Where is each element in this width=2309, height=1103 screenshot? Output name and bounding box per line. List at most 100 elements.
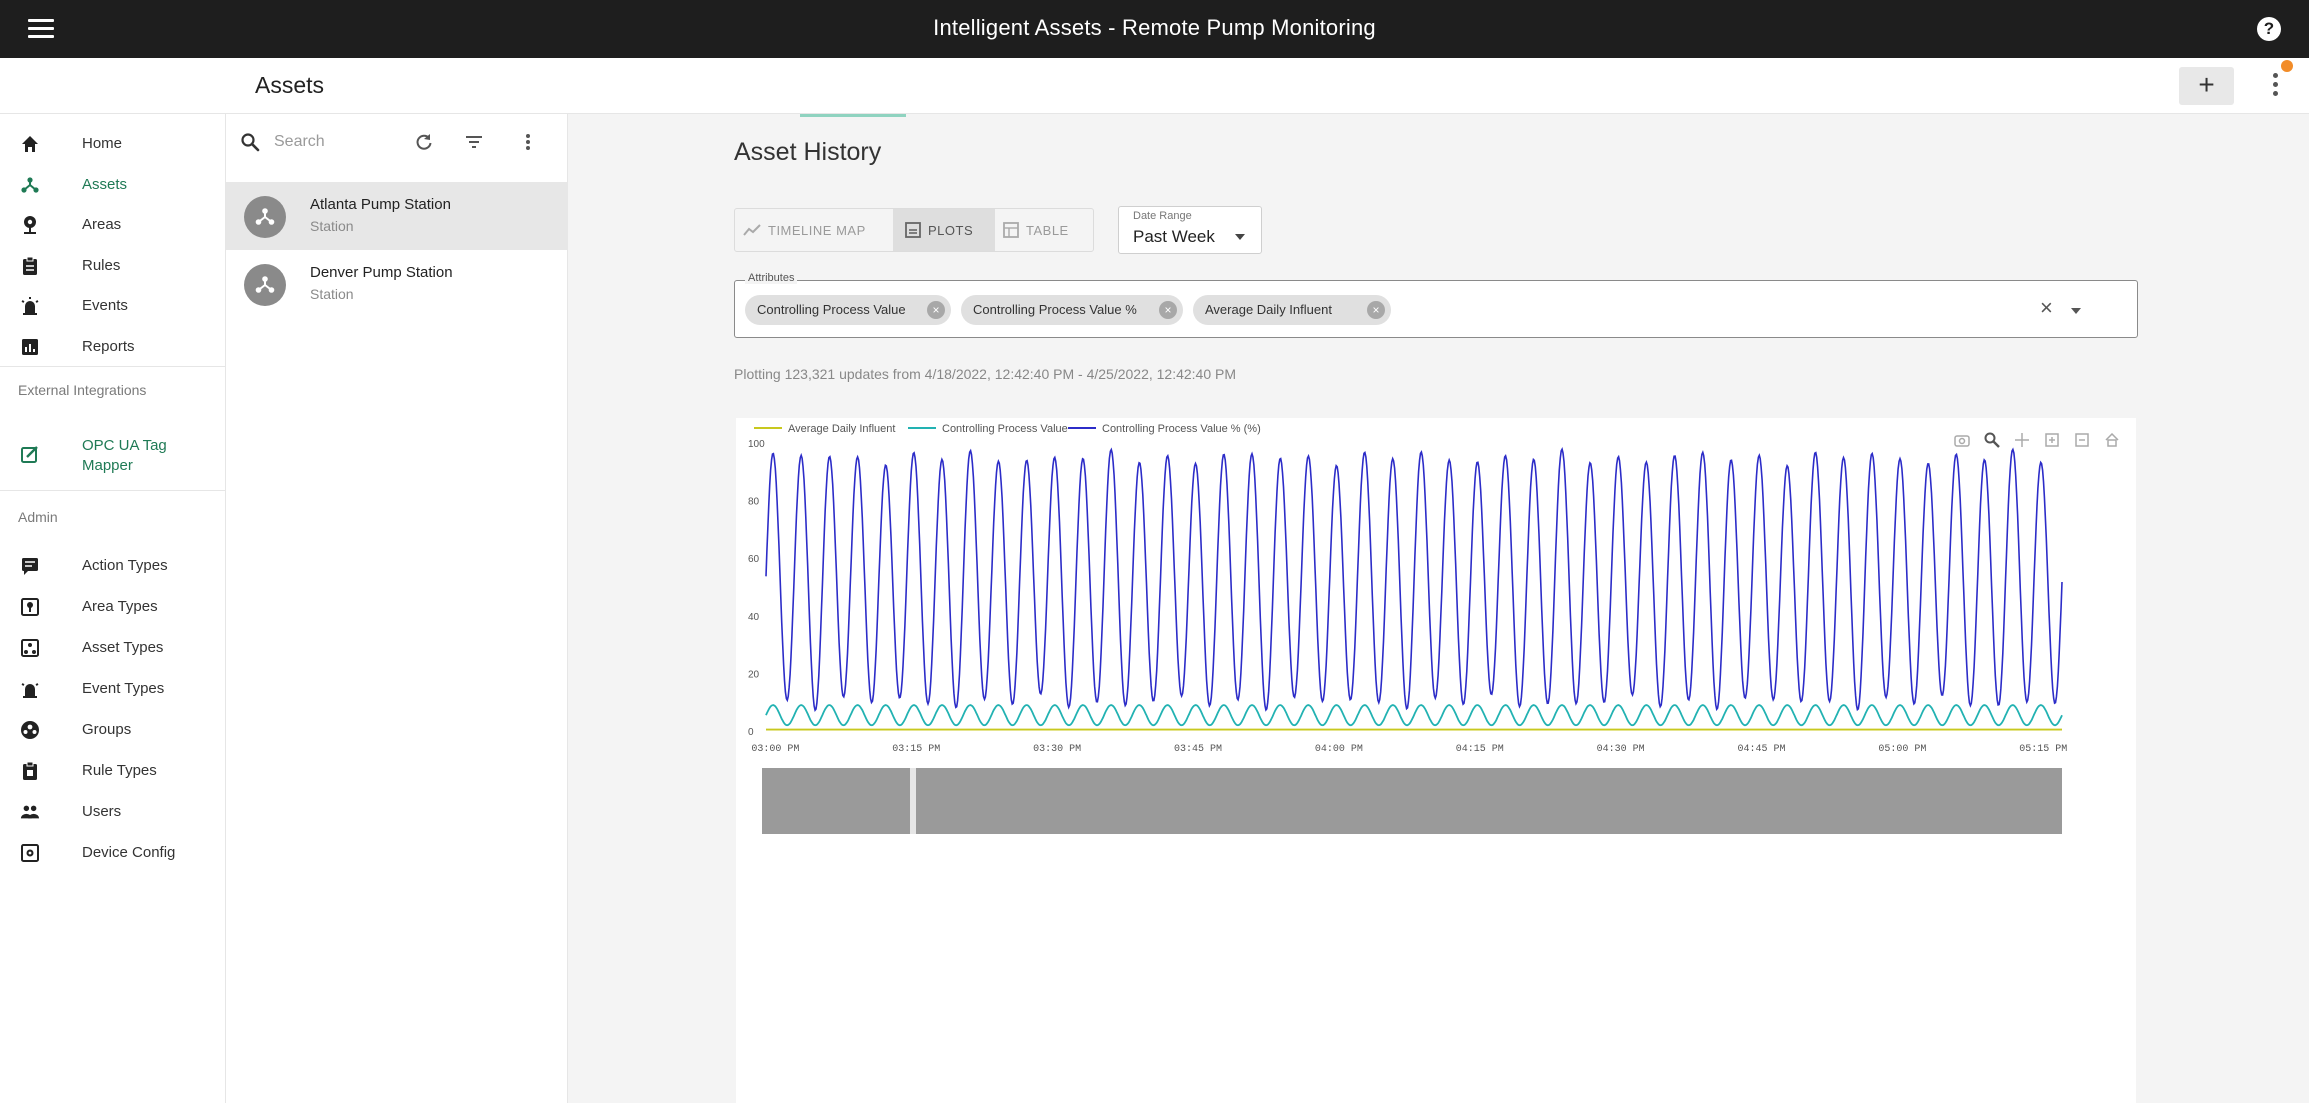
sidebar-item-label: Rule Types <box>82 762 157 779</box>
sidebar-item-events[interactable]: Events <box>0 286 226 326</box>
tab-label: PLOTS <box>928 222 974 238</box>
nav-divider <box>0 366 226 367</box>
chart-card: 0 20 40 60 80 100 03:00 PM 03:15 PM 03:30 PM 03:4… <box>736 418 2136 1103</box>
chip-remove-icon[interactable]: × <box>1367 301 1385 319</box>
timeline-icon <box>743 224 761 236</box>
sidebar-item-rule-types[interactable]: Rule Types <box>0 751 226 791</box>
sidebar-item-event-types[interactable]: Event Types <box>0 669 226 709</box>
sidebar-item-label: Event Types <box>82 680 165 697</box>
chip-label: Average Daily Influent <box>1205 302 1332 317</box>
x-tick-label: 03:00 PM <box>751 744 799 755</box>
clear-icon[interactable]: × <box>2040 295 2053 321</box>
tab-plots[interactable]: PLOTS <box>893 209 995 251</box>
help-icon[interactable]: ? <box>2257 17 2281 41</box>
sidebar-item-label: Rules <box>82 256 121 274</box>
x-tick-label: 05:15 PM <box>2019 744 2067 755</box>
chip-label: Controlling Process Value % <box>973 302 1137 317</box>
asset-list-item[interactable]: Atlanta Pump Station Station <box>226 182 568 250</box>
legend-label: Controlling Process Value <box>942 423 1068 435</box>
range-handle <box>910 768 916 834</box>
x-tick-label: 04:15 PM <box>1456 744 1504 755</box>
filter-icon[interactable] <box>462 130 486 154</box>
y-tick-label: 80 <box>748 497 760 508</box>
more-options-icon[interactable] <box>2267 70 2283 102</box>
sidebar-item-label: Asset Types <box>82 639 164 656</box>
sidebar-item-rules[interactable]: Rules <box>0 246 226 286</box>
sidebar-item-label: Assets <box>82 175 128 193</box>
edit-box-icon <box>20 444 40 464</box>
sidebar-item-users[interactable]: Users <box>0 792 226 832</box>
sidebar-item-label: Groups <box>82 721 132 738</box>
date-range-label: Date Range <box>1133 210 1192 222</box>
plots-icon <box>905 222 921 238</box>
sidebar-item-label: OPC UA Tag Mapper <box>82 437 167 474</box>
sidebar-item-areas[interactable]: Areas <box>0 205 226 245</box>
sidebar-item-opc-ua-tag-mapper[interactable]: OPC UA Tag Mapper <box>0 434 226 474</box>
view-tabs: TIMELINE MAP PLOTS TABLE <box>734 208 1094 252</box>
sidebar-item-device-config[interactable]: Device Config <box>0 833 226 873</box>
asset-list-item[interactable]: Denver Pump Station Station <box>226 250 568 318</box>
app-title: Intelligent Assets - Remote Pump Monitor… <box>933 15 1376 40</box>
attribute-chip[interactable]: Controlling Process Value % × <box>961 295 1183 325</box>
tab-table[interactable]: TABLE <box>997 209 1093 251</box>
refresh-icon[interactable] <box>412 130 436 154</box>
add-button[interactable]: + <box>2179 67 2234 105</box>
chip-label: Controlling Process Value <box>757 302 906 317</box>
tab-label: TIMELINE MAP <box>768 222 866 238</box>
sidebar-item-label: Area Types <box>82 598 158 615</box>
asset-list-panel: Atlanta Pump StationStationDenver Pump S… <box>226 114 568 1103</box>
report-icon <box>20 337 40 357</box>
sidebar-item-label: Device Config <box>82 844 176 861</box>
series-line <box>765 446 2063 712</box>
x-tick-label: 05:00 PM <box>1878 744 1926 755</box>
date-range-select[interactable]: Date Range Past Week <box>1118 206 1262 254</box>
x-tick-label: 03:30 PM <box>1033 744 1081 755</box>
sidebar-item-reports[interactable]: Reports <box>0 327 226 367</box>
x-tick-label: 04:00 PM <box>1315 744 1363 755</box>
chevron-down-icon[interactable] <box>2071 308 2081 314</box>
sidebar-item-groups[interactable]: Groups <box>0 710 226 750</box>
attributes-select[interactable]: Attributes Controlling Process Value × C… <box>734 272 2138 338</box>
sidebar-item-area-types[interactable]: Area Types <box>0 587 226 627</box>
attribute-chip[interactable]: Controlling Process Value × <box>745 295 951 325</box>
x-tick-label: 04:30 PM <box>1597 744 1645 755</box>
line-chart: 0 20 40 60 80 100 03:00 PM 03:15 PM 03:30 PM 03:4… <box>748 423 2067 834</box>
chip-remove-icon[interactable]: × <box>927 301 945 319</box>
sidebar: Home Assets Areas Rules Events Reports Externa… <box>0 114 226 1103</box>
attributes-label: Attributes <box>745 272 798 284</box>
station-avatar-icon <box>244 264 286 306</box>
area-types-icon <box>20 597 40 617</box>
sidebar-item-assets[interactable]: Assets <box>0 165 226 205</box>
notification-dot <box>2281 60 2293 72</box>
alarm-icon <box>20 296 40 316</box>
legend-label: Average Daily Influent <box>788 423 895 435</box>
list-options-icon[interactable] <box>516 130 540 154</box>
page-title: Assets <box>255 72 325 98</box>
search-input[interactable] <box>274 128 424 156</box>
device-config-icon <box>20 843 40 863</box>
asset-types-icon <box>20 638 40 658</box>
assets-icon <box>20 175 40 195</box>
action-types-icon <box>20 556 40 576</box>
asset-name: Denver Pump Station <box>310 264 453 281</box>
app-topbar: Intelligent Assets - Remote Pump Monitor… <box>0 0 2309 58</box>
station-avatar-icon <box>244 196 286 238</box>
y-tick-label: 0 <box>748 727 754 738</box>
nav-divider <box>0 490 226 491</box>
asset-name: Atlanta Pump Station <box>310 196 451 213</box>
chevron-down-icon <box>1235 234 1245 240</box>
chip-remove-icon[interactable]: × <box>1159 301 1177 319</box>
sidebar-item-home[interactable]: Home <box>0 124 226 164</box>
x-tick-label: 04:45 PM <box>1737 744 1785 755</box>
sidebar-item-label: Events <box>82 297 128 315</box>
tab-label: TABLE <box>1026 222 1069 238</box>
attribute-chip[interactable]: Average Daily Influent × <box>1193 295 1391 325</box>
groups-icon <box>20 720 40 740</box>
users-icon <box>20 802 40 822</box>
y-tick-label: 100 <box>748 439 765 450</box>
tab-timeline-map[interactable]: TIMELINE MAP <box>743 209 893 251</box>
section-label-admin: Admin <box>18 509 58 525</box>
page-header: Assets + <box>0 58 2309 114</box>
sidebar-item-action-types[interactable]: Action Types <box>0 546 226 586</box>
sidebar-item-asset-types[interactable]: Asset Types <box>0 628 226 668</box>
